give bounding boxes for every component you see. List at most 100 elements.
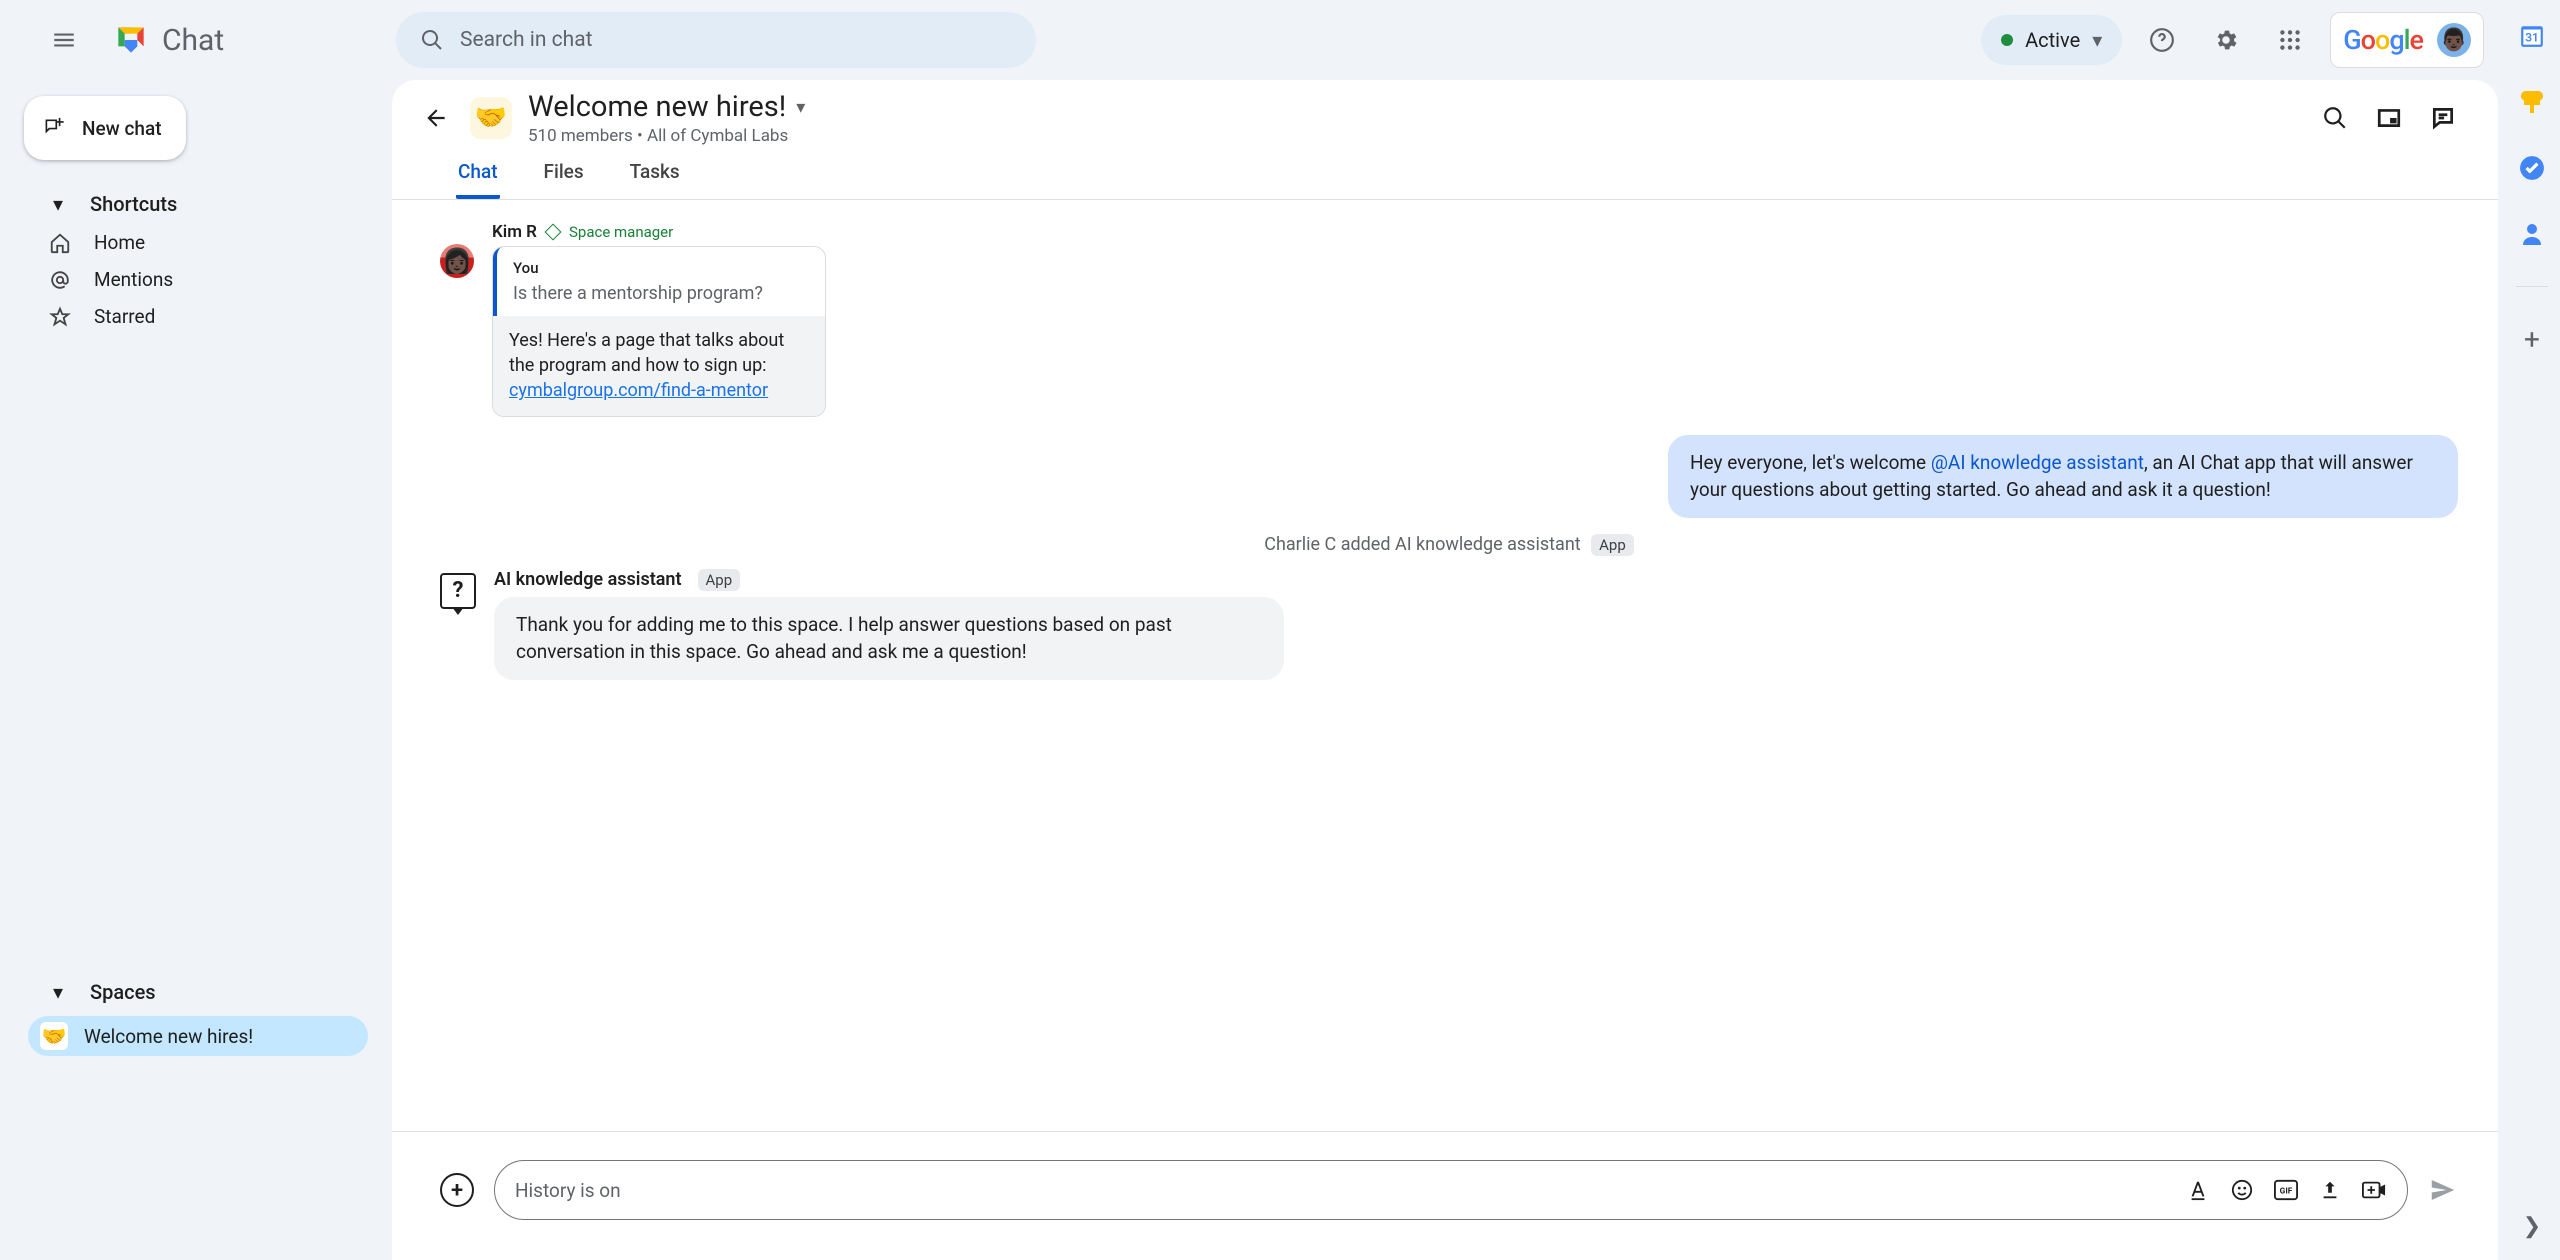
search-in-space-button[interactable]: [2322, 105, 2348, 131]
send-icon: [2428, 1175, 2458, 1205]
back-button[interactable]: [416, 98, 456, 138]
shortcuts-label: Shortcuts: [90, 192, 177, 216]
sidebar-item-mentions[interactable]: Mentions: [0, 262, 392, 297]
emoji-button[interactable]: [2229, 1177, 2255, 1203]
composer-placeholder: History is on: [515, 1179, 2167, 1202]
status-dot-icon: [2001, 34, 2013, 46]
send-button[interactable]: [2428, 1175, 2458, 1205]
app-tag: App: [698, 569, 741, 591]
space-item-label: Welcome new hires!: [84, 1025, 253, 1048]
contacts-button[interactable]: [2518, 220, 2546, 248]
tab-chat[interactable]: Chat: [456, 160, 500, 199]
expand-rail-button[interactable]: ❯: [2518, 1212, 2546, 1240]
shortcuts-section[interactable]: ▾ Shortcuts: [0, 184, 392, 224]
chat-logo-icon: [112, 21, 150, 59]
keep-icon: [2520, 89, 2544, 115]
star-icon: [48, 306, 72, 328]
video-add-icon: [2362, 1179, 2386, 1201]
tab-files[interactable]: Files: [542, 160, 586, 199]
google-logo: Google: [2343, 24, 2423, 56]
message-kim: Kim R Space manager You Is there a mento…: [440, 222, 2458, 417]
chat-logo: Chat: [112, 21, 224, 59]
app-name: Chat: [162, 23, 224, 58]
settings-button[interactable]: [2202, 16, 2250, 64]
side-panel-rail: 31 + ❯: [2504, 0, 2560, 1260]
help-button[interactable]: [2138, 16, 2186, 64]
role-label: Space manager: [569, 223, 673, 241]
gif-button[interactable]: GIF: [2273, 1177, 2299, 1203]
space-tabs: Chat Files Tasks: [392, 146, 2498, 200]
search-placeholder: Search in chat: [460, 28, 592, 52]
status-pill[interactable]: Active ▾: [1981, 15, 2122, 65]
sidebar-item-label: Starred: [94, 305, 155, 328]
avatar-kim[interactable]: [440, 244, 474, 278]
chevron-down-icon: ▾: [48, 192, 68, 216]
main-menu-button[interactable]: [40, 16, 88, 64]
gif-icon: GIF: [2274, 1179, 2298, 1201]
tasks-icon: [2519, 155, 2545, 181]
mention[interactable]: @AI knowledge assistant: [1931, 451, 2144, 474]
spaces-label: Spaces: [90, 980, 156, 1004]
upload-button[interactable]: [2317, 1177, 2343, 1203]
reply-body: Yes! Here's a page that talks about the …: [493, 316, 825, 416]
spaces-section[interactable]: ▾ Spaces: [0, 972, 392, 1012]
panel-toggle-button[interactable]: [2376, 105, 2402, 131]
keep-button[interactable]: [2518, 88, 2546, 116]
system-message: Charlie C added AI knowledge assistant A…: [440, 534, 2458, 555]
space-avatar: 🤝: [470, 97, 512, 139]
tab-tasks[interactable]: Tasks: [628, 160, 682, 199]
message-composer[interactable]: History is on GIF: [494, 1160, 2408, 1220]
reply-text: Yes! Here's a page that talks about the …: [509, 330, 784, 376]
thread-icon: [2430, 105, 2456, 131]
thread-button[interactable]: [2430, 105, 2456, 131]
system-text: Charlie C added AI knowledge assistant: [1264, 534, 1580, 555]
user-avatar[interactable]: 👨🏿: [2437, 23, 2471, 57]
video-button[interactable]: [2361, 1177, 2387, 1203]
emoji-icon: [2231, 1179, 2253, 1201]
sidebar-item-home[interactable]: Home: [0, 225, 392, 260]
new-chat-button[interactable]: New chat: [24, 96, 186, 160]
upload-icon: [2319, 1179, 2341, 1201]
apps-button[interactable]: [2266, 16, 2314, 64]
chevron-down-icon: ▾: [2092, 28, 2102, 52]
calendar-icon: 31: [2519, 23, 2545, 49]
chevron-down-icon[interactable]: ▾: [796, 97, 805, 118]
new-chat-icon: [44, 117, 66, 139]
add-addon-button[interactable]: +: [2518, 325, 2546, 353]
avatar-app[interactable]: ?: [440, 573, 476, 609]
sidebar-item-label: Mentions: [94, 268, 173, 291]
arrow-left-icon: [423, 105, 449, 131]
panel-icon: [2376, 105, 2402, 131]
sidebar-item-starred[interactable]: Starred: [0, 299, 392, 334]
space-emoji-icon: 🤝: [40, 1022, 68, 1050]
help-icon: [2149, 27, 2175, 53]
svg-text:31: 31: [2525, 30, 2539, 44]
sender-name: AI knowledge assistant: [494, 569, 682, 590]
sidebar-item-label: Home: [94, 231, 145, 254]
message-you[interactable]: Hey everyone, let's welcome @AI knowledg…: [1668, 435, 2458, 518]
app-message-body[interactable]: Thank you for adding me to this space. I…: [494, 597, 1284, 680]
calendar-button[interactable]: 31: [2518, 22, 2546, 50]
account-switcher[interactable]: Google 👨🏿: [2330, 12, 2484, 68]
status-label: Active: [2025, 28, 2080, 52]
space-item-welcome[interactable]: 🤝 Welcome new hires!: [28, 1016, 368, 1056]
app-tag: App: [1591, 534, 1634, 556]
space-subtitle: 510 members • All of Cymbal Labs: [528, 126, 805, 146]
space-manager-badge-icon: [544, 224, 561, 241]
search-input[interactable]: Search in chat: [396, 12, 1036, 68]
quoted-reply[interactable]: You Is there a mentorship program? Yes! …: [492, 246, 826, 417]
home-icon: [48, 232, 72, 254]
rail-separator: [2516, 286, 2548, 287]
person-icon: [2520, 221, 2544, 247]
reply-link[interactable]: cymbalgroup.com/find-a-mentor: [509, 380, 768, 401]
tasks-button[interactable]: [2518, 154, 2546, 182]
chevron-down-icon: ▾: [48, 980, 68, 1004]
search-icon: [2322, 105, 2348, 131]
sender-name: Kim R: [492, 222, 537, 242]
gear-icon: [2213, 27, 2239, 53]
add-attachment-button[interactable]: +: [440, 1173, 474, 1207]
apps-grid-icon: [2277, 27, 2303, 53]
message-app: ? AI knowledge assistant App Thank you f…: [440, 569, 2458, 680]
format-button[interactable]: [2185, 1177, 2211, 1203]
space-title[interactable]: Welcome new hires!: [528, 90, 786, 124]
